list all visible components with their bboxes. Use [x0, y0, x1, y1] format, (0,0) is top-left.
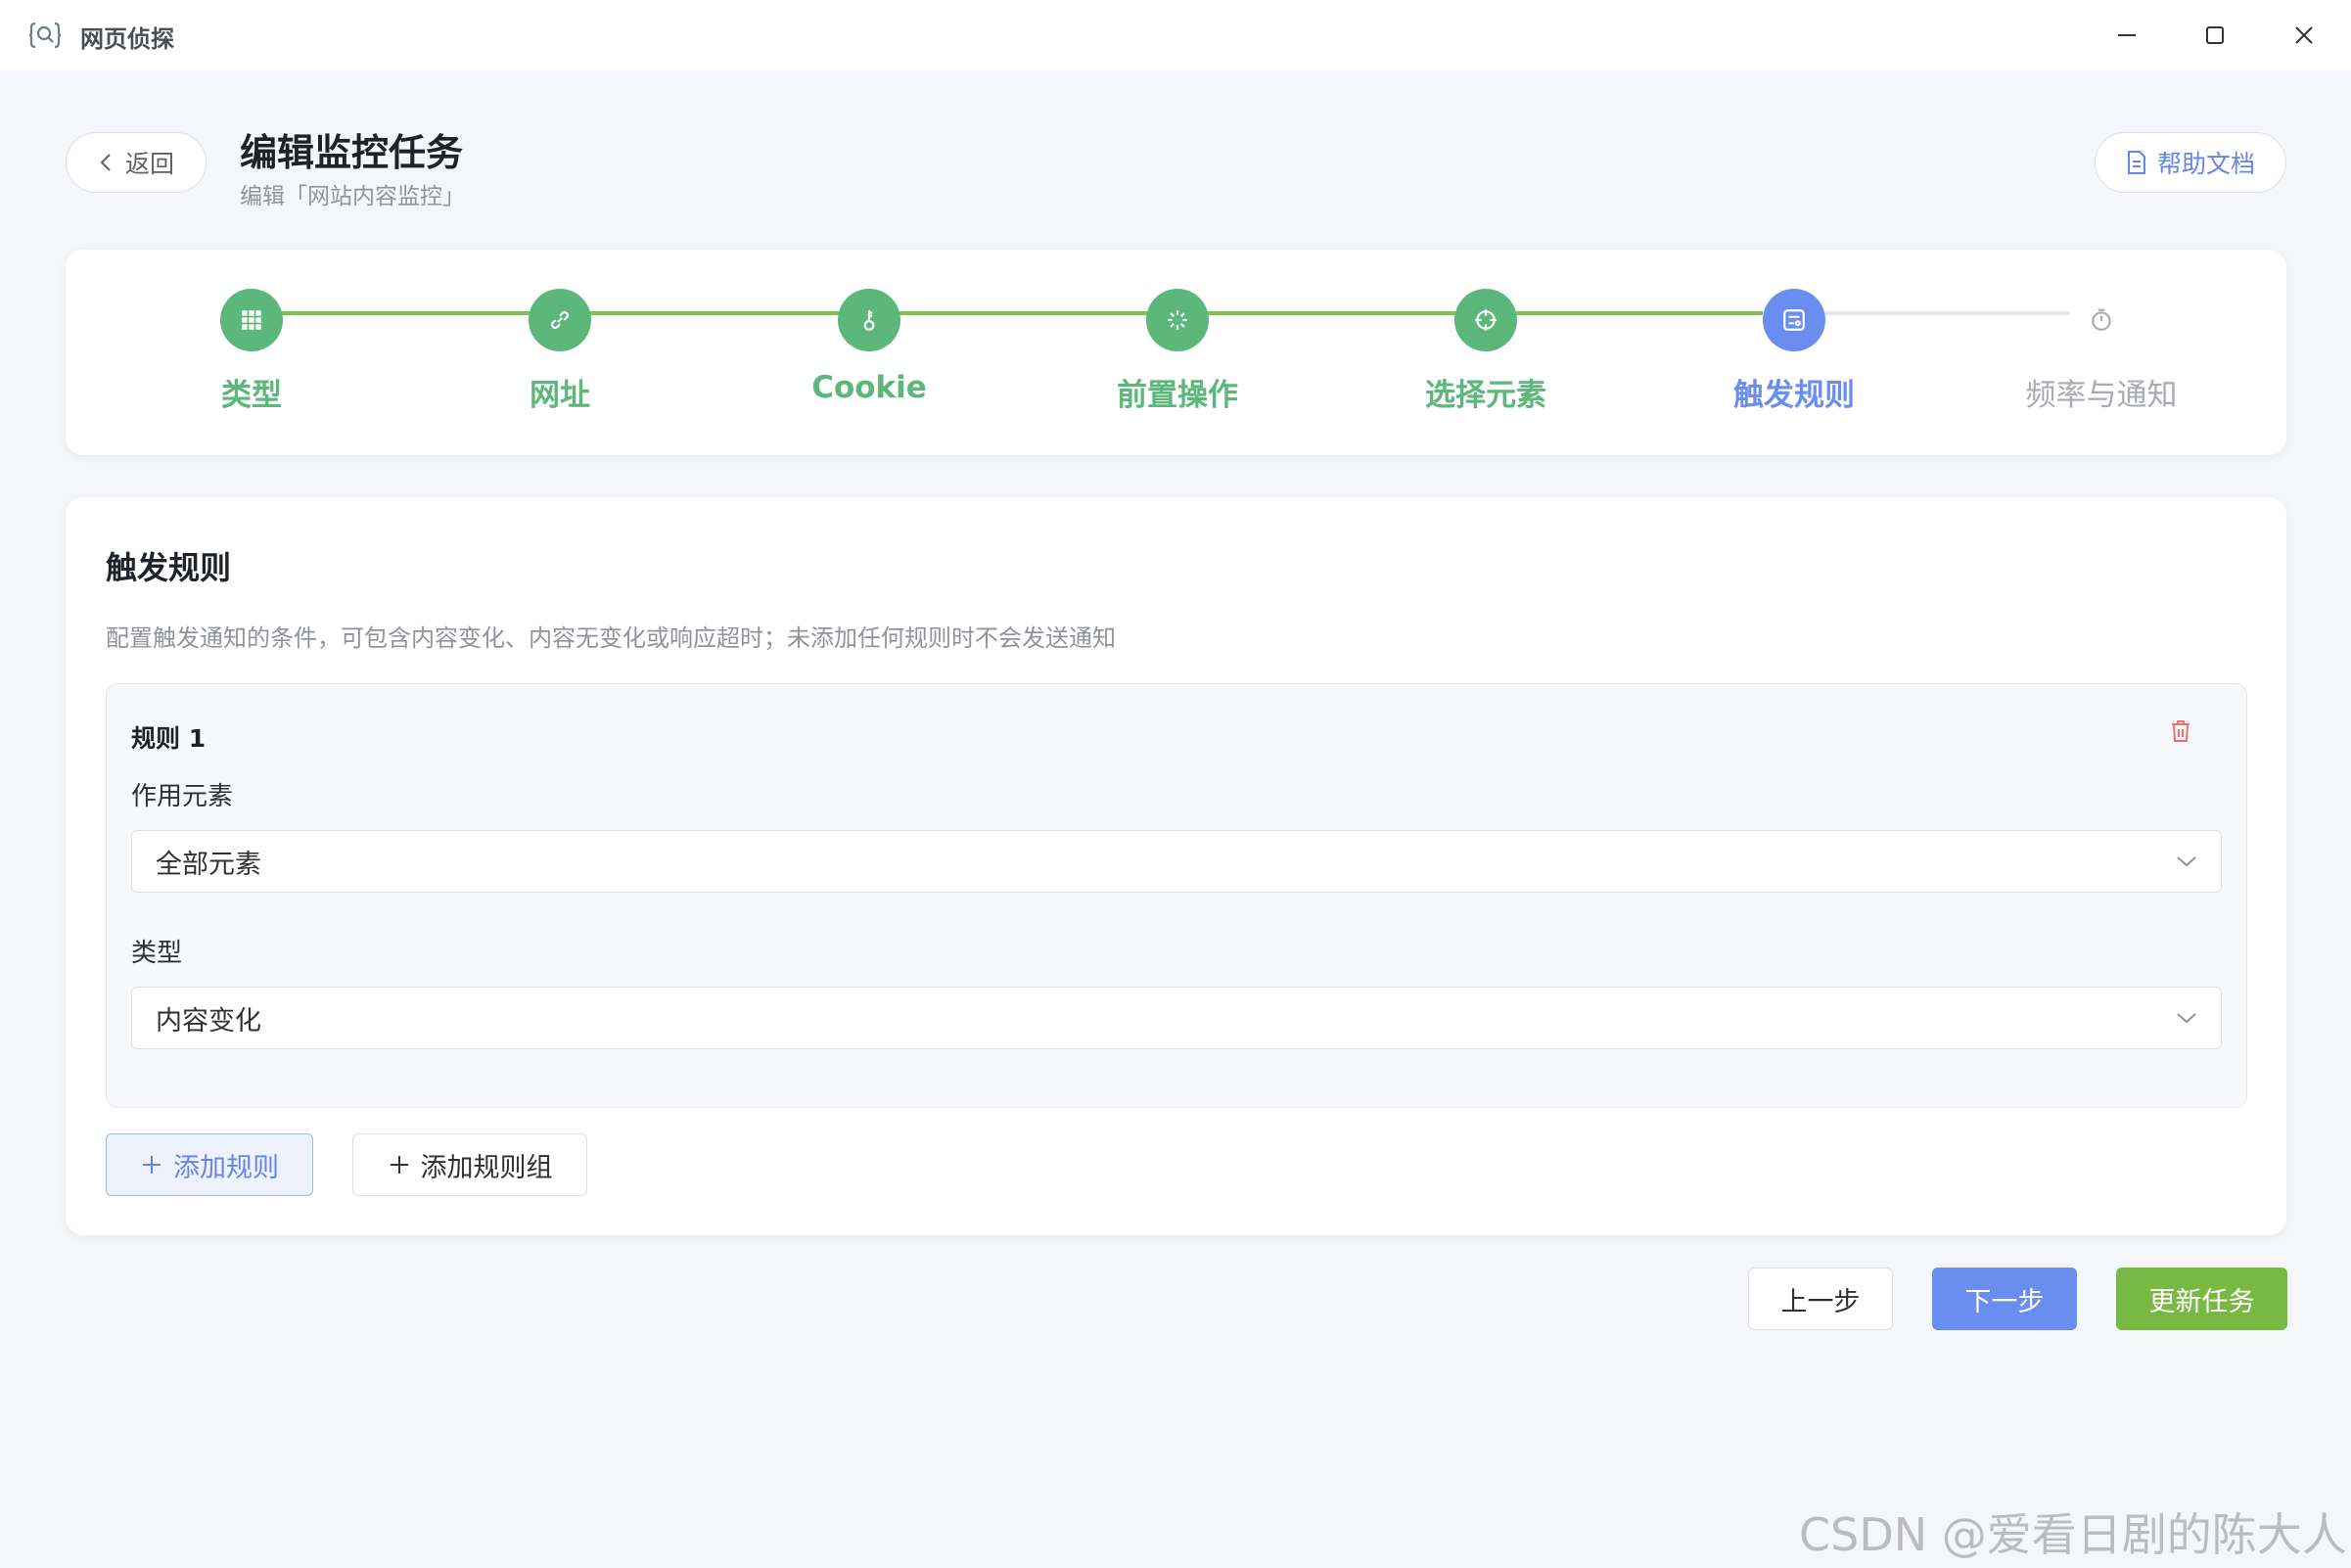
plus-icon [143, 1156, 161, 1174]
timer-icon [2092, 308, 2111, 331]
rule-icon [1783, 309, 1805, 331]
step-trigger-rule-node[interactable] [1763, 289, 1825, 351]
next-step-button[interactable]: 下一步 [1932, 1268, 2077, 1330]
help-docs-button[interactable]: 帮助文档 [2095, 132, 2286, 193]
chevron-down-icon [2177, 1013, 2196, 1024]
title-bar: 网页侦探 [0, 0, 2351, 70]
step-label-type: 类型 [221, 378, 282, 413]
step-type-node[interactable] [220, 289, 283, 351]
maximize-button[interactable] [2197, 18, 2233, 53]
minimize-button[interactable] [2109, 18, 2144, 53]
page-subtitle: 编辑「网站内容监控」 [240, 184, 465, 209]
add-rule-label: 添加规则 [173, 1152, 279, 1183]
loading-icon [1168, 310, 1187, 330]
step-select-element-node[interactable] [1454, 289, 1517, 351]
key-icon [863, 310, 875, 331]
update-task-button[interactable]: 更新任务 [2116, 1268, 2287, 1330]
step-cookie-node[interactable] [838, 289, 900, 351]
minimize-icon [2118, 34, 2136, 36]
maximize-icon [2206, 26, 2224, 44]
element-select-value: 全部元素 [156, 849, 261, 880]
steps-card [66, 250, 2286, 455]
back-button[interactable]: 返回 [66, 132, 207, 193]
type-select[interactable]: 内容变化 [131, 987, 2222, 1049]
trash-icon [2172, 720, 2190, 742]
add-rule-group-button[interactable]: 添加规则组 [352, 1133, 587, 1196]
section-title: 触发规则 [106, 549, 232, 586]
rule-title: 规则 1 [131, 724, 207, 753]
close-button[interactable] [2286, 18, 2322, 53]
plus-icon [390, 1156, 408, 1174]
link-icon [551, 311, 569, 329]
delete-rule-button[interactable] [2167, 716, 2194, 746]
step-label-frequency: 频率与通知 [2025, 378, 2178, 413]
type-select-value: 内容变化 [156, 1005, 261, 1037]
step-label-preaction: 前置操作 [1117, 378, 1238, 413]
help-docs-label: 帮助文档 [2156, 150, 2255, 178]
type-field-label: 类型 [131, 939, 183, 968]
element-field-label: 作用元素 [131, 782, 234, 811]
section-description: 配置触发通知的条件，可包含内容变化、内容无变化或响应超时；未添加任何规则时不会发… [106, 624, 1116, 652]
app-title: 网页侦探 [80, 25, 174, 53]
chevron-left-icon [100, 154, 111, 171]
close-icon [2295, 26, 2313, 44]
step-label-select-element: 选择元素 [1425, 378, 1546, 413]
chevron-down-icon [2177, 856, 2196, 867]
steps-progress-line [252, 311, 1763, 315]
prev-step-button[interactable]: 上一步 [1748, 1268, 1893, 1330]
back-label: 返回 [124, 150, 174, 178]
document-icon [2127, 151, 2145, 174]
add-rule-group-label: 添加规则组 [420, 1152, 553, 1183]
element-select[interactable]: 全部元素 [131, 830, 2222, 893]
crosshair-icon [1475, 309, 1497, 331]
step-label-url: 网址 [530, 378, 590, 413]
app-logo-icon [28, 20, 62, 51]
watermark: CSDN @爱看日剧的陈大人 [1799, 1508, 2347, 1561]
add-rule-button[interactable]: 添加规则 [106, 1133, 313, 1196]
grid-icon [242, 310, 261, 330]
step-frequency-node[interactable] [2087, 305, 2116, 335]
step-label-trigger-rule: 触发规则 [1733, 378, 1855, 413]
step-preaction-node[interactable] [1146, 289, 1209, 351]
step-label-cookie: Cookie [811, 370, 927, 405]
page-title: 编辑监控任务 [240, 131, 464, 174]
step-url-node[interactable] [529, 289, 591, 351]
